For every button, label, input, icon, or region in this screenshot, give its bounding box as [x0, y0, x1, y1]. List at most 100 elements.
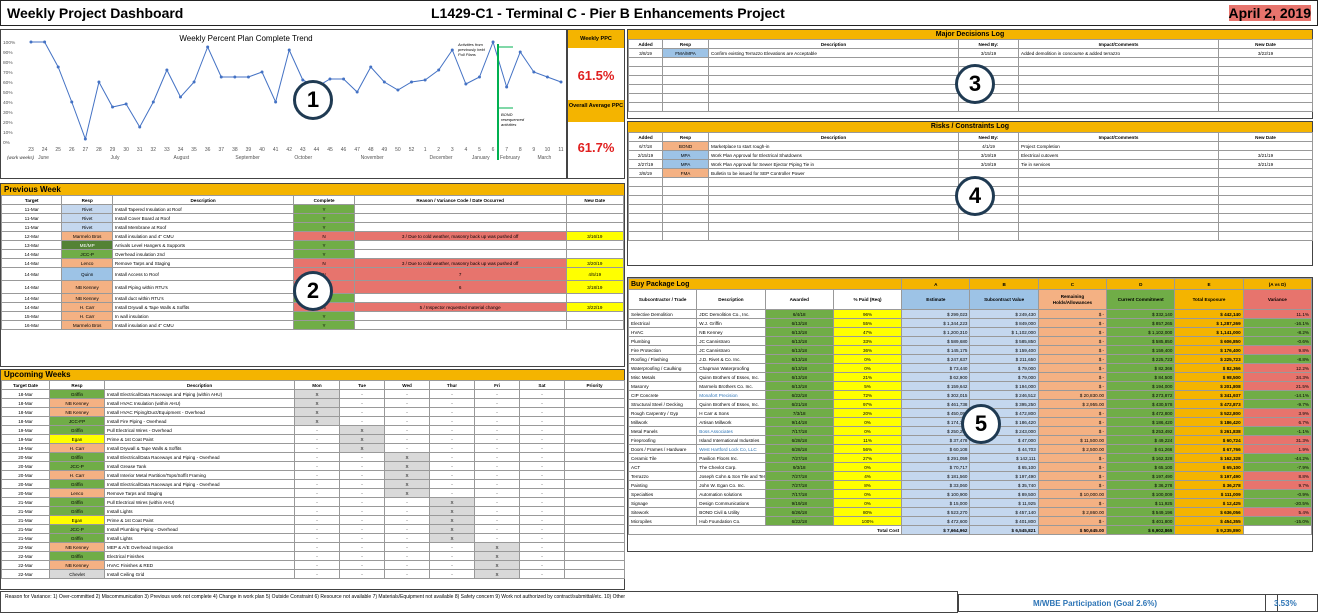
table-row[interactable]: Ceramic Tile Pavilion Floors Inc. 7/27/18 2… — [627, 453, 1313, 463]
variance-cell: -0.6% — [1242, 336, 1313, 346]
weekly-ppc-value: 61.5% — [577, 68, 615, 83]
table-row[interactable]: 18-Mar JCC-FP Install Fire Piping - Overhe… — [1, 416, 625, 426]
table-row[interactable]: Sitework BOND Civil & Utility 6/26/18 80% $ … — [627, 507, 1313, 517]
table-row[interactable]: 22-Mar NB Kenney MEP & A/E Overhead Inspec… — [1, 542, 625, 552]
table-row[interactable]: Doors / Frames / Hardware West Hartford L… — [627, 444, 1313, 454]
impact-cell — [1018, 66, 1219, 76]
table-row[interactable]: 13-Mar ME/MP Arrivals Level Hangers & Supp… — [0, 240, 624, 250]
target-cell: 11-Mar — [0, 222, 63, 232]
table-row[interactable]: TerrazzoJoseph Cohn & Son Tile and Terra… — [627, 471, 1313, 481]
table-row[interactable]: 11-Mar Rivet Install Tapered Insulation at… — [0, 204, 624, 214]
table-row[interactable]: Electrical W.J. Griffin 6/13/18 55% $ 1,344,… — [627, 318, 1313, 328]
subcontract-cell: $ 79,000 — [969, 372, 1039, 382]
impact-cell: Added demolition in concourse & added te… — [1018, 48, 1219, 58]
table-row[interactable]: 19-Mar Griffin Pull Electrical Wires - Ove… — [1, 425, 625, 435]
estimate-cell: $ 37,478 — [901, 435, 971, 445]
fri-cell: - — [474, 407, 520, 417]
table-row[interactable]: 22-Mar Chevlet Install Ceiling Grid - - - - X - — [1, 569, 625, 579]
table-row[interactable]: Micropiles Hub Foundation Co. 6/22/18 100% $… — [627, 516, 1313, 526]
trend-chart: Weekly Percent Plan Complete Trend100%90… — [3, 34, 564, 161]
table-row[interactable]: Masonry Marmelo Brothers Co. Inc. 6/13/18 5… — [627, 381, 1313, 391]
callout-1: 1 — [293, 80, 333, 120]
trend-point — [274, 100, 278, 104]
impact-cell — [1018, 102, 1219, 112]
trend-title: Weekly Percent Plan Complete Trend — [179, 34, 312, 43]
table-row[interactable]: 18-Mar NB Kenney Install HVAC Insulation (… — [1, 398, 625, 408]
table-row[interactable]: 21-Mar Griffin Install Lights - - - X - - — [1, 506, 625, 516]
table-row[interactable]: Specialties Automation solutions 7/17/18 0%… — [627, 489, 1313, 499]
paid-cell: 0% — [832, 363, 903, 373]
subcontract-cell: $ 401,800 — [969, 516, 1039, 526]
resp-cell: NB Kenney — [61, 293, 113, 303]
table-row[interactable]: CIP Concrete Monafort Precision 6/22/18 72%… — [627, 390, 1313, 400]
table-row[interactable]: 21-Mar Griffin Install Lights - - - X - - — [1, 533, 625, 543]
description-cell: Install insulation and 4" CMU — [111, 320, 295, 330]
target-date-cell: 22-Mar — [1, 551, 50, 561]
table-row[interactable]: Signage Design Communications 9/19/18 0% $ 1… — [627, 498, 1313, 508]
variance-cell: 3.9% — [1242, 408, 1313, 418]
table-row[interactable]: 21-Mar JCC-P Install Plumbing Piping - Ove… — [1, 524, 625, 534]
table-row[interactable]: Waterproofing / Caulking Chapman Waterpro… — [627, 363, 1313, 373]
table-row[interactable]: 2/15/19 MPA Work Plan Approval for Electri… — [628, 150, 1313, 160]
table-row[interactable]: 21-Mar Egan Prime & 1st Coat Paint - - - X - - — [1, 515, 625, 525]
table-row[interactable]: 22-Mar Griffin Electrical Finishes - - - - X - — [1, 551, 625, 561]
target-cell: 13-Mar — [0, 240, 63, 250]
table-row[interactable]: 12-Mar Marmelo Bros Install insulation and… — [0, 231, 624, 241]
paid-cell: 55% — [832, 318, 903, 328]
table-row[interactable]: 21-Mar Griffin Pull Electrical Wires (with… — [1, 497, 625, 507]
table-row[interactable]: Roofing / Flashing J.D. Rivet & Co. Inc. 6… — [627, 354, 1313, 364]
table-row[interactable]: 19-Mar H. Carr Install Drywall & Tape Wall… — [1, 443, 625, 453]
table-row[interactable]: 18-Mar NB Kenney Install HVAC Piping/Duct/… — [1, 407, 625, 417]
table-row[interactable]: 18-Mar Griffin Install Electrical/Data Rac… — [1, 389, 625, 399]
table-row[interactable] — [628, 222, 1313, 232]
table-row[interactable]: 20-Mar JCC-P Install Grease Tank - - X - - - — [1, 461, 625, 471]
impact-cell — [1018, 168, 1219, 178]
new-date-cell: 3/22/19 — [565, 302, 624, 312]
table-row[interactable]: 20-Mar Griffin Install Electrical/Data Rac… — [1, 479, 625, 489]
holds-cell: $ - — [1037, 363, 1108, 373]
table-row[interactable]: 19-Mar Egan Prime & 1st Coat Paint - X - - - - — [1, 434, 625, 444]
table-row[interactable]: Painting John W. Egan Co. Inc. 7/27/18 8% $ … — [627, 480, 1313, 490]
commitment-cell: $ 1,102,000 — [1106, 327, 1176, 337]
table-row[interactable]: HVAC NB Kenney 6/13/18 47% $ 1,200,310 $ 1,10… — [627, 327, 1313, 337]
column-header: Resp — [662, 132, 709, 142]
tue-cell: - — [339, 479, 385, 489]
table-row[interactable]: Plumbing JC Cannistraro 6/13/18 33% $ 589,68… — [627, 336, 1313, 346]
table-row[interactable]: 22-Mar NB Kenney HVAC Finishes & RED - - - - X - — [1, 560, 625, 570]
exposure-cell: $ 36,278 — [1174, 480, 1244, 490]
table-row[interactable]: 15-Mar H. Carr In wall insulation Y — [0, 311, 624, 321]
trend-point — [178, 95, 182, 99]
resp-cell: NB Kenney — [49, 560, 105, 570]
target-cell: 11-Mar — [0, 213, 63, 223]
sat-cell: - — [519, 506, 565, 516]
table-row[interactable]: 11-Mar Rivet Install Membrane at Roof Y — [0, 222, 624, 232]
table-row[interactable]: 14-Mar JCC-P Overhead insulation 2nd Y — [0, 249, 624, 259]
target-date-cell: 21-Mar — [1, 533, 50, 543]
mon-cell: - — [294, 533, 340, 543]
table-row[interactable]: 14-Mar Lenco Remove Tarps and Staging N 3 / … — [0, 258, 624, 268]
resp-cell — [662, 231, 709, 241]
trend-point — [328, 77, 332, 81]
table-row[interactable]: Selective Demolition JDC Demolition Co., … — [627, 309, 1313, 319]
trend-point — [246, 75, 250, 79]
table-row[interactable]: Misc Metals Quinn Brothers of Essex, Inc.… — [627, 372, 1313, 382]
table-row[interactable]: ACT The Chevlot Corp. 9/3/18 0% $ 70,717 $ 65… — [627, 462, 1313, 472]
table-row[interactable]: 2/27/19 MPA Work Plan Approval for Sewer E… — [628, 159, 1313, 169]
paid-cell: 0% — [832, 426, 903, 436]
holds-cell: $ - — [1037, 345, 1108, 355]
trend-point — [29, 40, 33, 44]
table-row[interactable] — [628, 231, 1313, 241]
table-row[interactable]: 16-Mar Marmelo Bros Install insulation and… — [0, 320, 624, 330]
table-row[interactable]: 20-Mar Griffin Install Electrical/Data Rac… — [1, 452, 625, 462]
description-cell: Install Drywall & Tape Walls & Soffits — [104, 443, 295, 453]
table-row[interactable]: 6/7/18 BOND Marketplace to start rough-in 4… — [628, 141, 1313, 151]
exposure-cell: $ 176,400 — [1174, 345, 1244, 355]
table-row[interactable]: 20-Mar Lenco Remove Tarps and Staging - - X - -… — [1, 488, 625, 498]
table-row[interactable]: 3/8/19 FMA/MPA Confirm existing Terrazzo E… — [628, 48, 1313, 58]
table-row[interactable]: Fire Protection JC Cannistraro 6/13/18 36% $… — [627, 345, 1313, 355]
month-label: September — [235, 155, 260, 161]
table-row[interactable]: 11-Mar Rivet Install Cover Board at Roof Y — [0, 213, 624, 223]
added-cell — [628, 222, 663, 232]
table-row[interactable]: 20-Mar H. Carr Install Interior Metal Part… — [1, 470, 625, 480]
table-row[interactable] — [628, 102, 1313, 112]
